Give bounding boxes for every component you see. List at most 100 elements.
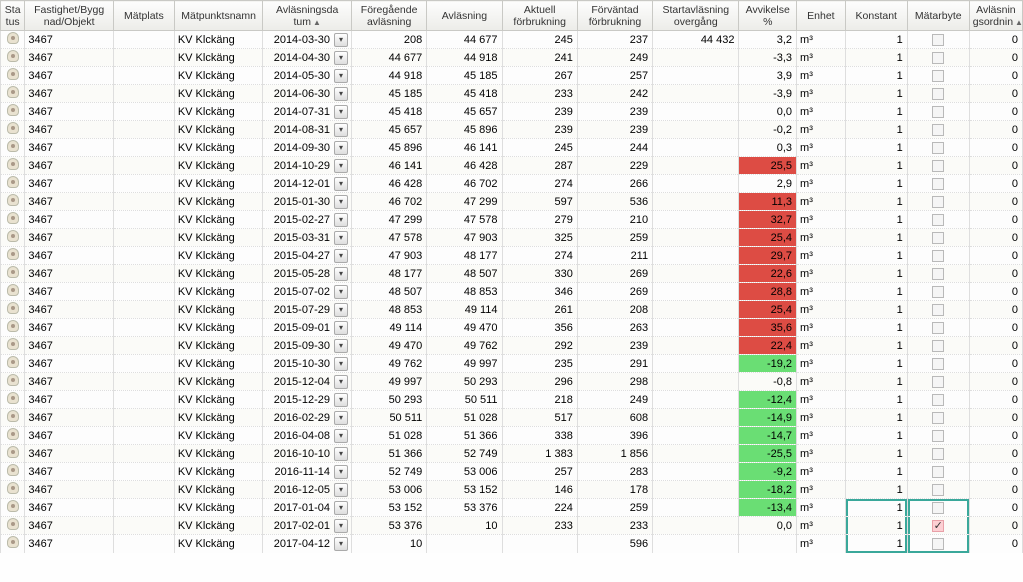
cell-date[interactable]: 2014-04-30▾	[263, 49, 352, 67]
table-row[interactable]: 3467KV Klckäng2017-01-04▾53 15253 376224…	[1, 499, 1023, 517]
cell-reading[interactable]: 49 114	[427, 301, 502, 319]
cell-matarbyte[interactable]	[907, 319, 969, 337]
date-dropdown-icon[interactable]: ▾	[334, 285, 348, 299]
meter-change-checkbox[interactable]	[932, 250, 944, 262]
meter-change-checkbox[interactable]	[932, 466, 944, 478]
col-header-avlasningsdatum[interactable]: Avläsningsdatum▲	[263, 1, 352, 31]
cell-date[interactable]: 2014-12-01▾	[263, 175, 352, 193]
table-row[interactable]: 3467KV Klckäng2015-09-30▾49 47049 762292…	[1, 337, 1023, 355]
table-row[interactable]: 3467KV Klckäng2017-04-12▾10596m³10	[1, 535, 1023, 553]
col-header-matpunktsnamn[interactable]: Mätpunktsnamn	[174, 1, 263, 31]
date-dropdown-icon[interactable]: ▾	[334, 105, 348, 119]
meter-change-checkbox[interactable]	[932, 412, 944, 424]
date-dropdown-icon[interactable]: ▾	[334, 465, 348, 479]
meter-change-checkbox[interactable]	[932, 70, 944, 82]
cell-date[interactable]: 2014-10-29▾	[263, 157, 352, 175]
meter-change-checkbox[interactable]	[932, 430, 944, 442]
cell-reading[interactable]: 49 997	[427, 355, 502, 373]
table-row[interactable]: 3467KV Klckäng2016-10-10▾51 36652 7491 3…	[1, 445, 1023, 463]
date-dropdown-icon[interactable]: ▾	[334, 483, 348, 497]
table-row[interactable]: 3467KV Klckäng2016-11-14▾52 74953 006257…	[1, 463, 1023, 481]
table-row[interactable]: 3467KV Klckäng2015-07-29▾48 85349 114261…	[1, 301, 1023, 319]
table-row[interactable]: 3467KV Klckäng2014-07-31▾45 41845 657239…	[1, 103, 1023, 121]
cell-matarbyte[interactable]	[907, 67, 969, 85]
meter-change-checkbox[interactable]	[932, 358, 944, 370]
meter-change-checkbox[interactable]	[932, 196, 944, 208]
date-dropdown-icon[interactable]: ▾	[334, 447, 348, 461]
date-dropdown-icon[interactable]: ▾	[334, 519, 348, 533]
cell-matarbyte[interactable]	[907, 427, 969, 445]
table-row[interactable]: 3467KV Klckäng2015-07-02▾48 50748 853346…	[1, 283, 1023, 301]
col-header-avlasning[interactable]: Avläsning	[427, 1, 502, 31]
meter-change-checkbox[interactable]	[932, 124, 944, 136]
date-dropdown-icon[interactable]: ▾	[334, 123, 348, 137]
cell-reading[interactable]: 49 470	[427, 319, 502, 337]
meter-change-checkbox[interactable]	[932, 304, 944, 316]
meter-change-checkbox[interactable]	[932, 538, 944, 550]
meter-change-checkbox[interactable]	[932, 322, 944, 334]
cell-matarbyte[interactable]	[907, 391, 969, 409]
meter-change-checkbox[interactable]	[932, 502, 944, 514]
date-dropdown-icon[interactable]: ▾	[334, 195, 348, 209]
table-row[interactable]: 3467KV Klckäng2015-02-27▾47 29947 578279…	[1, 211, 1023, 229]
cell-date[interactable]: 2015-03-31▾	[263, 229, 352, 247]
meter-change-checkbox[interactable]	[932, 88, 944, 100]
cell-matarbyte[interactable]	[907, 517, 969, 535]
table-row[interactable]: 3467KV Klckäng2016-04-08▾51 02851 366338…	[1, 427, 1023, 445]
col-header-order[interactable]: Avläsningsordnin▲	[969, 1, 1022, 31]
table-row[interactable]: 3467KV Klckäng2014-09-30▾45 89646 141245…	[1, 139, 1023, 157]
cell-reading[interactable]: 46 702	[427, 175, 502, 193]
cell-matarbyte[interactable]	[907, 103, 969, 121]
date-dropdown-icon[interactable]: ▾	[334, 69, 348, 83]
table-row[interactable]: 3467KV Klckäng2017-02-01▾53 376102332330…	[1, 517, 1023, 535]
date-dropdown-icon[interactable]: ▾	[334, 51, 348, 65]
col-header-forvantad[interactable]: Förväntadförbrukning	[577, 1, 652, 31]
meter-change-checkbox[interactable]	[932, 394, 944, 406]
meter-change-checkbox[interactable]	[932, 34, 944, 46]
cell-matarbyte[interactable]	[907, 301, 969, 319]
meter-change-checkbox[interactable]	[932, 376, 944, 388]
meter-change-checkbox[interactable]	[932, 484, 944, 496]
cell-matarbyte[interactable]	[907, 409, 969, 427]
cell-date[interactable]: 2016-10-10▾	[263, 445, 352, 463]
meter-change-checkbox[interactable]	[932, 448, 944, 460]
cell-reading[interactable]: 45 896	[427, 121, 502, 139]
meter-change-checkbox[interactable]	[932, 520, 944, 532]
date-dropdown-icon[interactable]: ▾	[334, 303, 348, 317]
cell-matarbyte[interactable]	[907, 157, 969, 175]
date-dropdown-icon[interactable]: ▾	[334, 87, 348, 101]
col-header-enhet[interactable]: Enhet	[797, 1, 846, 31]
cell-matarbyte[interactable]	[907, 211, 969, 229]
col-header-konstant[interactable]: Konstant	[845, 1, 907, 31]
table-row[interactable]: 3467KV Klckäng2015-10-30▾49 76249 997235…	[1, 355, 1023, 373]
table-row[interactable]: 3467KV Klckäng2015-05-28▾48 17748 507330…	[1, 265, 1023, 283]
cell-date[interactable]: 2014-09-30▾	[263, 139, 352, 157]
cell-matarbyte[interactable]	[907, 373, 969, 391]
cell-reading[interactable]: 45 657	[427, 103, 502, 121]
date-dropdown-icon[interactable]: ▾	[334, 321, 348, 335]
cell-matarbyte[interactable]	[907, 337, 969, 355]
cell-reading[interactable]: 47 903	[427, 229, 502, 247]
cell-matarbyte[interactable]	[907, 193, 969, 211]
table-row[interactable]: 3467KV Klckäng2014-08-31▾45 65745 896239…	[1, 121, 1023, 139]
date-dropdown-icon[interactable]: ▾	[334, 231, 348, 245]
cell-reading[interactable]: 53 376	[427, 499, 502, 517]
col-header-matplats[interactable]: Mätplats	[113, 1, 174, 31]
cell-reading[interactable]	[427, 535, 502, 553]
date-dropdown-icon[interactable]: ▾	[334, 213, 348, 227]
readings-grid[interactable]: StatusFastighet/Byggnad/ObjektMätplatsMä…	[0, 0, 1023, 553]
meter-change-checkbox[interactable]	[932, 52, 944, 64]
date-dropdown-icon[interactable]: ▾	[334, 339, 348, 353]
date-dropdown-icon[interactable]: ▾	[334, 411, 348, 425]
cell-reading[interactable]: 48 177	[427, 247, 502, 265]
cell-date[interactable]: 2015-09-01▾	[263, 319, 352, 337]
cell-date[interactable]: 2015-12-29▾	[263, 391, 352, 409]
date-dropdown-icon[interactable]: ▾	[334, 393, 348, 407]
cell-date[interactable]: 2015-01-30▾	[263, 193, 352, 211]
table-row[interactable]: 3467KV Klckäng2014-03-30▾20844 677245237…	[1, 31, 1023, 49]
cell-date[interactable]: 2015-05-28▾	[263, 265, 352, 283]
meter-change-checkbox[interactable]	[932, 142, 944, 154]
col-header-fastighet[interactable]: Fastighet/Byggnad/Objekt	[25, 1, 114, 31]
cell-matarbyte[interactable]	[907, 229, 969, 247]
col-header-startavl[interactable]: Startavläsningovergång	[653, 1, 739, 31]
